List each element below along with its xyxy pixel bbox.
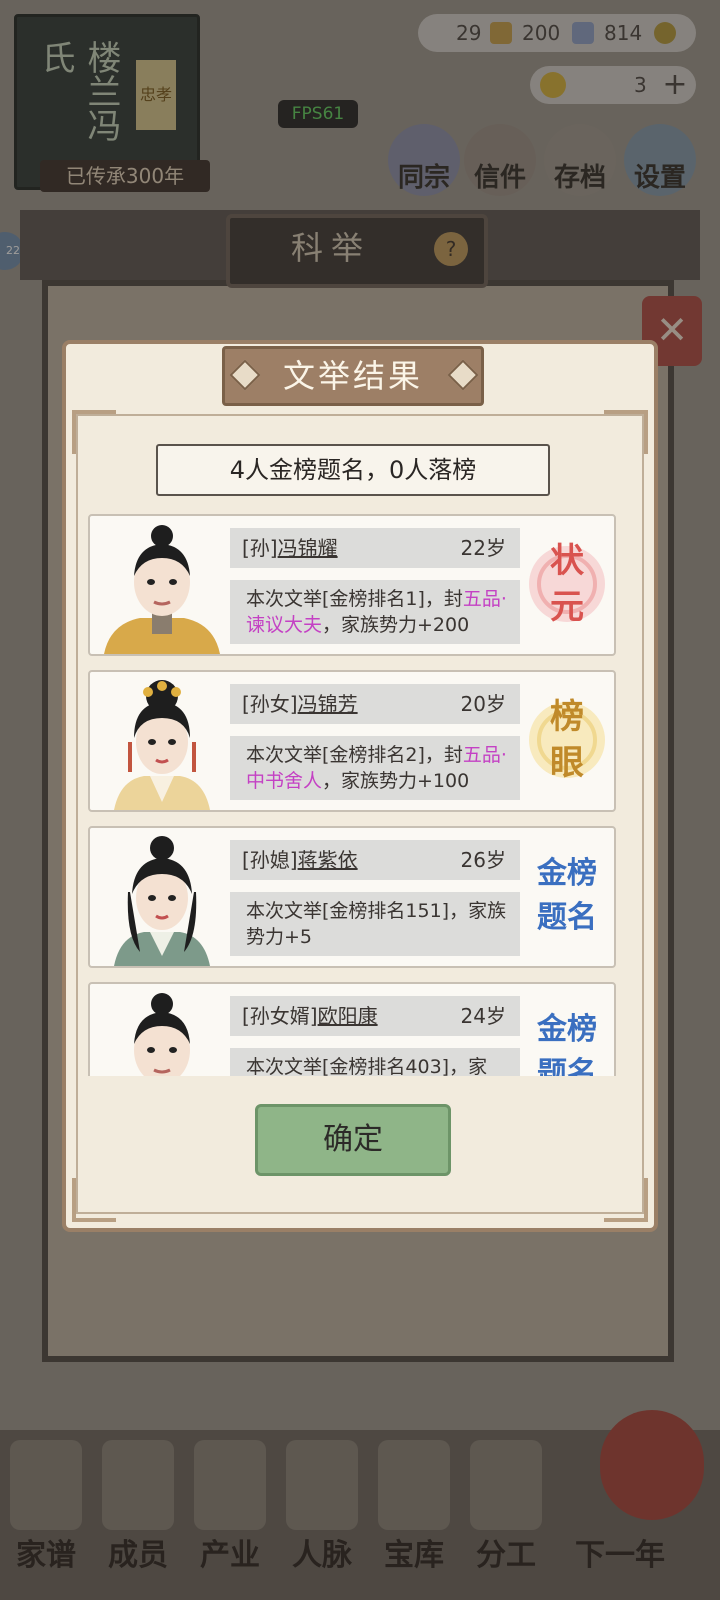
seal-label: 榜眼 xyxy=(550,697,584,783)
name-row: [孙女婿]欧阳康 24岁 xyxy=(230,996,520,1036)
seal-label: 金榜题名 xyxy=(537,856,597,935)
result-card: [孙女婿]欧阳康 24岁 本次文举[金榜排名403]，家 金榜题名 xyxy=(88,982,616,1076)
portrait-female-icon xyxy=(114,836,210,966)
relation-and-name[interactable]: [孙女]冯锦芳 xyxy=(242,684,358,724)
result-description: 本次文举[金榜排名403]，家 xyxy=(230,1048,520,1076)
runner-up-seal-icon: 榜眼 xyxy=(524,690,610,790)
seal-label: 状元 xyxy=(550,541,584,627)
portrait-male-icon xyxy=(104,525,220,654)
result-description: 本次文举[金榜排名1]，封五品·谏议大夫，家族势力+200 xyxy=(230,580,520,644)
name-row: [孙媳]蒋紫依 26岁 xyxy=(230,840,520,880)
frame-corner xyxy=(604,410,648,454)
result-card: [孙女]冯锦芳 20岁 本次文举[金榜排名2]，封五品·中书舍人，家族势力+10… xyxy=(88,670,616,812)
age-label: 20岁 xyxy=(460,692,506,716)
confirm-button-label: 确定 xyxy=(323,1122,383,1157)
dialog-title: 文举结果 xyxy=(282,357,423,395)
result-description: 本次文举[金榜排名2]，封五品·中书舍人，家族势力+100 xyxy=(230,736,520,800)
portrait-male-icon xyxy=(134,993,190,1076)
frame-corner xyxy=(72,410,116,454)
passed-exam-seal-icon: 金榜题名 xyxy=(524,1002,610,1076)
name-row: [孙]冯锦耀 22岁 xyxy=(230,528,520,568)
passed-exam-seal-icon: 金榜题名 xyxy=(524,846,610,946)
frame-corner xyxy=(72,1178,116,1222)
age-label: 24岁 xyxy=(460,1004,506,1028)
frame-corner xyxy=(604,1178,648,1222)
relation-and-name[interactable]: [孙]冯锦耀 xyxy=(242,528,338,568)
result-card: [孙媳]蒋紫依 26岁 本次文举[金榜排名151]，家族势力+5 金榜题名 xyxy=(88,826,616,968)
name-row: [孙女]冯锦芳 20岁 xyxy=(230,684,520,724)
age-label: 26岁 xyxy=(460,848,506,872)
portrait-female-icon xyxy=(114,680,210,810)
result-description: 本次文举[金榜排名151]，家族势力+5 xyxy=(230,892,520,956)
relation-and-name[interactable]: [孙媳]蒋紫依 xyxy=(242,840,358,880)
result-list[interactable]: [孙]冯锦耀 22岁 本次文举[金榜排名1]，封五品·谏议大夫，家族势力+200… xyxy=(88,514,620,1076)
result-card: [孙]冯锦耀 22岁 本次文举[金榜排名1]，封五品·谏议大夫，家族势力+200… xyxy=(88,514,616,656)
seal-label: 金榜题名 xyxy=(537,1012,597,1076)
champion-seal-icon: 状元 xyxy=(524,534,610,634)
summary-text: 4人金榜题名，0人落榜 xyxy=(229,456,477,484)
age-label: 22岁 xyxy=(460,536,506,560)
relation-and-name[interactable]: [孙女婿]欧阳康 xyxy=(242,996,378,1036)
